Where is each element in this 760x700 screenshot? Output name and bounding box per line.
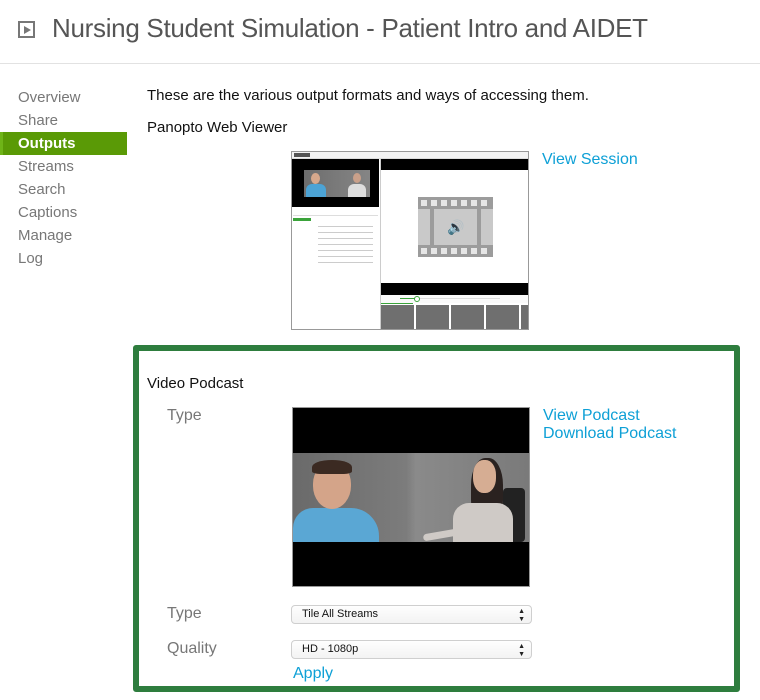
- page-header: Nursing Student Simulation - Patient Int…: [0, 0, 760, 64]
- sidebar-item-manage[interactable]: Manage: [0, 224, 127, 247]
- intro-text: These are the various output formats and…: [147, 87, 589, 104]
- preview-person: [348, 184, 366, 197]
- quality-label: Quality: [167, 640, 217, 657]
- film-audio-icon: 🔊: [418, 197, 493, 257]
- preview-slide-thumb: [381, 305, 414, 329]
- person-head: [473, 460, 496, 493]
- type-select[interactable]: Tile All Streams ▲ ▼: [291, 605, 532, 624]
- download-podcast-link[interactable]: Download Podcast: [543, 425, 676, 443]
- preview-video-frame: [304, 170, 370, 197]
- preview-secondary-video: [292, 159, 379, 207]
- person-body: [453, 503, 513, 542]
- preview-list-line: [318, 238, 373, 239]
- preview-list-line: [318, 256, 373, 257]
- preview-active-thumb-marker: [381, 303, 413, 304]
- sidebar-item-search[interactable]: Search: [0, 178, 127, 201]
- sidebar-item-share[interactable]: Share: [0, 109, 127, 132]
- speaker-icon: 🔊: [447, 219, 465, 235]
- preview-list-line: [318, 226, 373, 227]
- preview-slide-thumb: [416, 305, 449, 329]
- preview-slide-thumb: [486, 305, 519, 329]
- select-arrows-icon: ▲ ▼: [518, 608, 525, 623]
- type-select-value: Tile All Streams: [302, 608, 379, 620]
- quality-select-value: HD - 1080p: [302, 643, 359, 655]
- preview-person: [306, 184, 326, 197]
- apply-link[interactable]: Apply: [293, 665, 333, 683]
- video-frame: [293, 453, 529, 542]
- preview-slide-thumb: [451, 305, 484, 329]
- preview-contents-tab: [293, 218, 311, 221]
- sidebar-item-log[interactable]: Log: [0, 247, 127, 270]
- preview-list-line: [318, 250, 373, 251]
- sidebar-item-captions[interactable]: Captions: [0, 201, 127, 224]
- sidebar-item-outputs[interactable]: Outputs: [0, 132, 127, 155]
- sidebar-item-streams[interactable]: Streams: [0, 155, 127, 178]
- web-viewer-heading: Panopto Web Viewer: [147, 119, 288, 136]
- web-viewer-preview-image[interactable]: 🔊: [291, 151, 529, 330]
- preview-list-line: [318, 262, 373, 263]
- view-podcast-link[interactable]: View Podcast: [543, 407, 640, 425]
- preview-person-head: [353, 173, 361, 183]
- sidebar-nav: Overview Share Outputs Streams Search Ca…: [0, 86, 127, 270]
- preview-topbar: [292, 152, 528, 159]
- type-label: Type: [167, 605, 202, 622]
- sidebar-item-overview[interactable]: Overview: [0, 86, 127, 109]
- person-hair: [312, 460, 352, 474]
- video-podcast-heading: Video Podcast: [147, 375, 244, 392]
- quality-select[interactable]: HD - 1080p ▲ ▼: [291, 640, 532, 659]
- preview-list-line: [318, 232, 373, 233]
- preview-slide-thumb: [521, 305, 528, 329]
- podcast-preview-type-label: Type: [167, 407, 202, 424]
- preview-list-line: [318, 244, 373, 245]
- preview-letterbox: [381, 283, 528, 295]
- preview-main-video: 🔊: [381, 159, 528, 295]
- page-title: Nursing Student Simulation - Patient Int…: [52, 13, 648, 43]
- preview-progress-bar: [400, 296, 500, 302]
- preview-search-box: [293, 209, 378, 216]
- preview-logo: [294, 153, 310, 157]
- person-body: [293, 508, 379, 542]
- podcast-video-preview-image[interactable]: [292, 407, 530, 587]
- preview-player-controls: [381, 295, 528, 303]
- preview-letterbox: [381, 159, 528, 170]
- play-box-icon: [18, 21, 35, 38]
- select-arrows-icon: ▲ ▼: [518, 643, 525, 658]
- preview-person-head: [311, 173, 320, 184]
- view-session-link[interactable]: View Session: [542, 151, 638, 169]
